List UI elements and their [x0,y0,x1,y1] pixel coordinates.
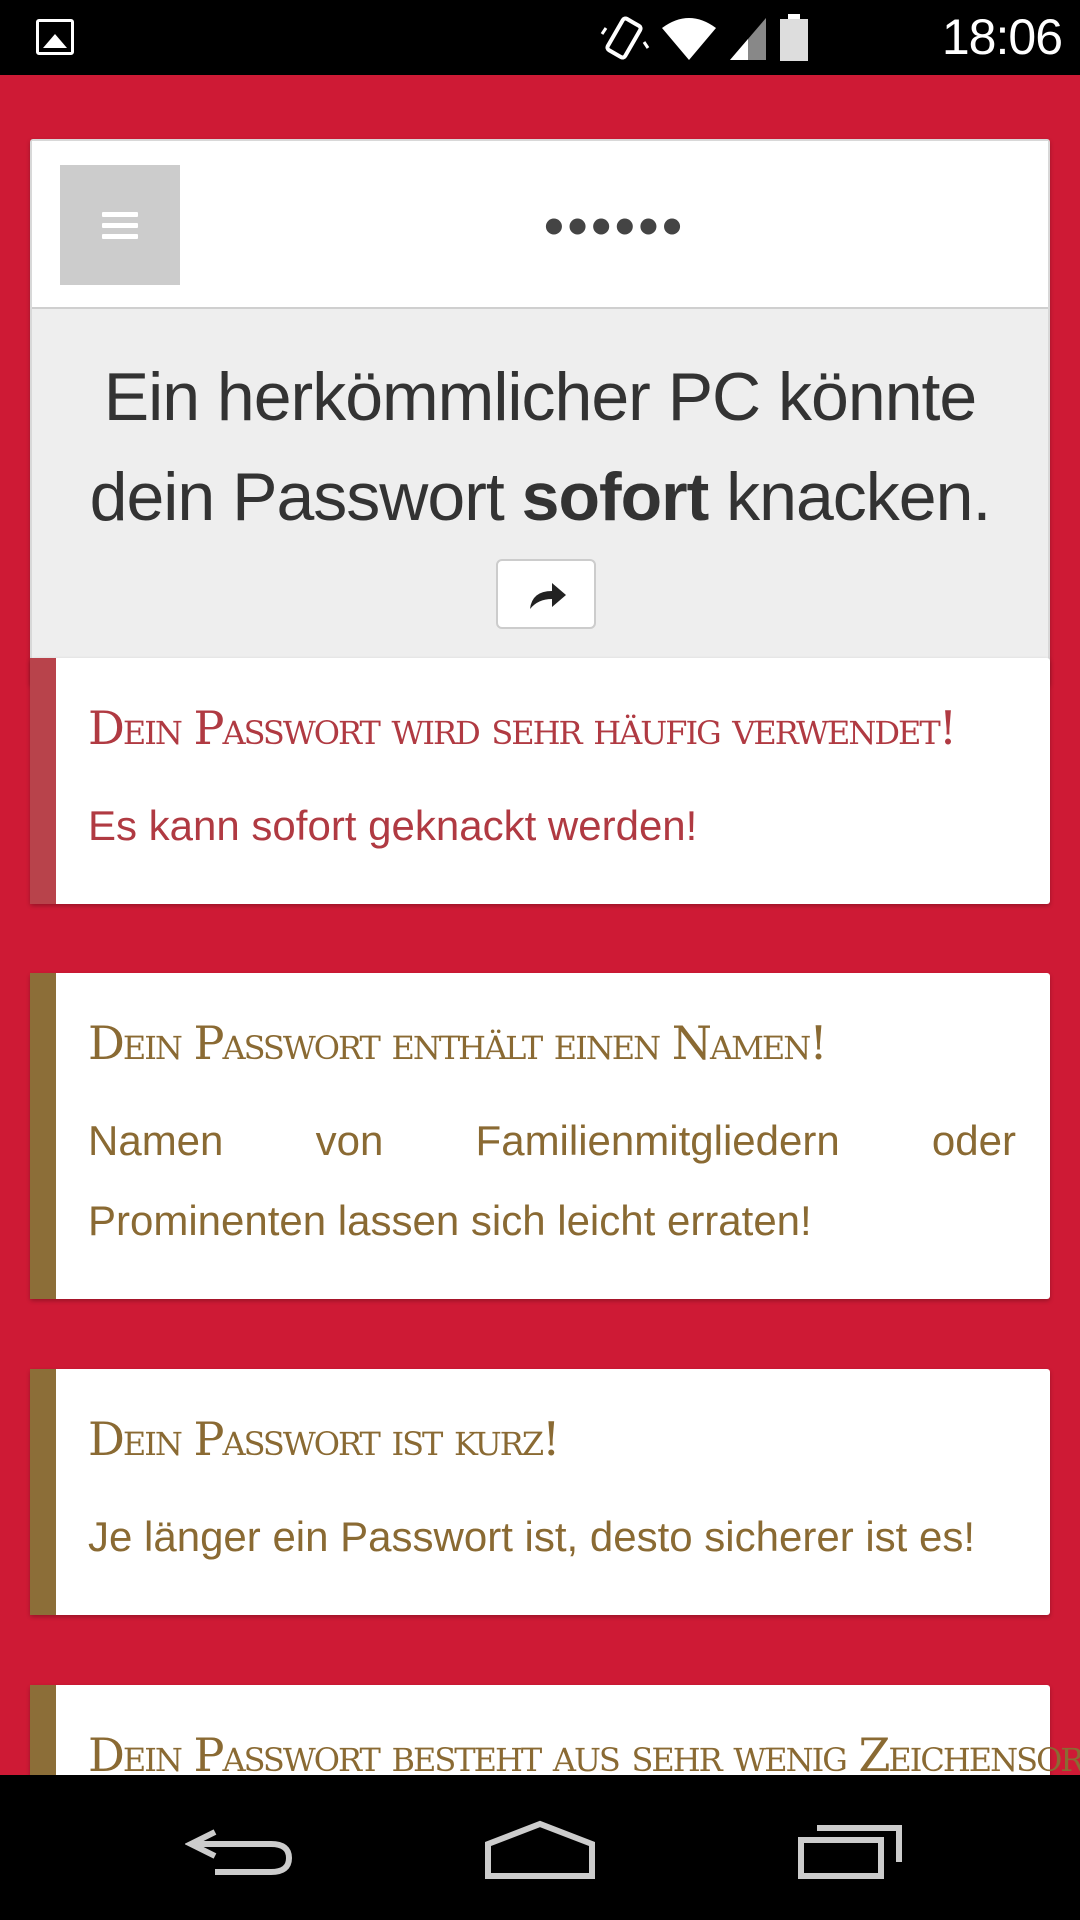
crack-message-suffix: knacken. [708,459,991,535]
alert-short-password: Dein Passwort ist kurz! Je länger ein Pa… [30,1369,1050,1615]
battery-icon [780,14,808,61]
wifi-icon [662,18,716,60]
share-button[interactable] [496,559,596,630]
recents-icon [798,1825,902,1879]
signal-icon [730,18,766,60]
password-input-row[interactable]: •••••• [32,141,1048,309]
vibrate-icon [600,16,650,60]
crack-time-message: Ein herkömmlicher PC könnte dein Passwor… [32,309,1048,683]
password-card: •••••• Ein herkömmlicher PC könnte dein … [30,139,1050,685]
alert-severity-bar [30,658,56,904]
hamburger-icon [102,206,138,245]
back-button[interactable] [180,1815,300,1885]
back-icon [185,1829,293,1875]
alert-title: Dein Passwort ist kurz! [88,1412,561,1466]
status-icons [600,14,810,62]
home-icon [485,1820,595,1879]
share-icon [530,583,566,610]
navigation-bar [0,1775,1080,1920]
alert-common-password: Dein Passwort wird sehr häufig verwendet… [30,658,1050,904]
alert-severity-bar [30,1685,56,1775]
alert-title: Dein Passwort wird sehr häufig verwendet… [88,701,957,755]
crack-message-emphasis: sofort [521,459,710,535]
clock: 18:06 [941,9,1063,65]
menu-button[interactable] [60,165,180,285]
alert-few-character-types: Dein Passwort besteht aus sehr wenig Zei… [30,1685,1080,1775]
status-bar: 18:06 [0,0,1080,75]
gallery-icon [36,19,74,55]
recents-button[interactable] [790,1815,910,1885]
alert-title: Dein Passwort enthält einen Namen! [88,1016,828,1070]
password-field[interactable]: •••••• [182,141,1048,309]
alert-text: Je länger ein Passwort ist, desto sicher… [88,1513,976,1560]
main-content[interactable]: •••••• Ein herkömmlicher PC könnte dein … [0,75,1080,1775]
home-button[interactable] [480,1815,600,1885]
alert-title: Dein Passwort besteht aus sehr wenig Zei… [88,1728,1080,1775]
alert-text: Namen von Familienmitgliedern oder Promi… [88,1117,1016,1244]
alert-severity-bar [30,1369,56,1615]
alert-contains-name: Dein Passwort enthält einen Namen! Namen… [30,973,1050,1299]
alert-severity-bar [30,973,56,1299]
alert-text: Es kann sofort geknackt werden! [88,802,698,849]
